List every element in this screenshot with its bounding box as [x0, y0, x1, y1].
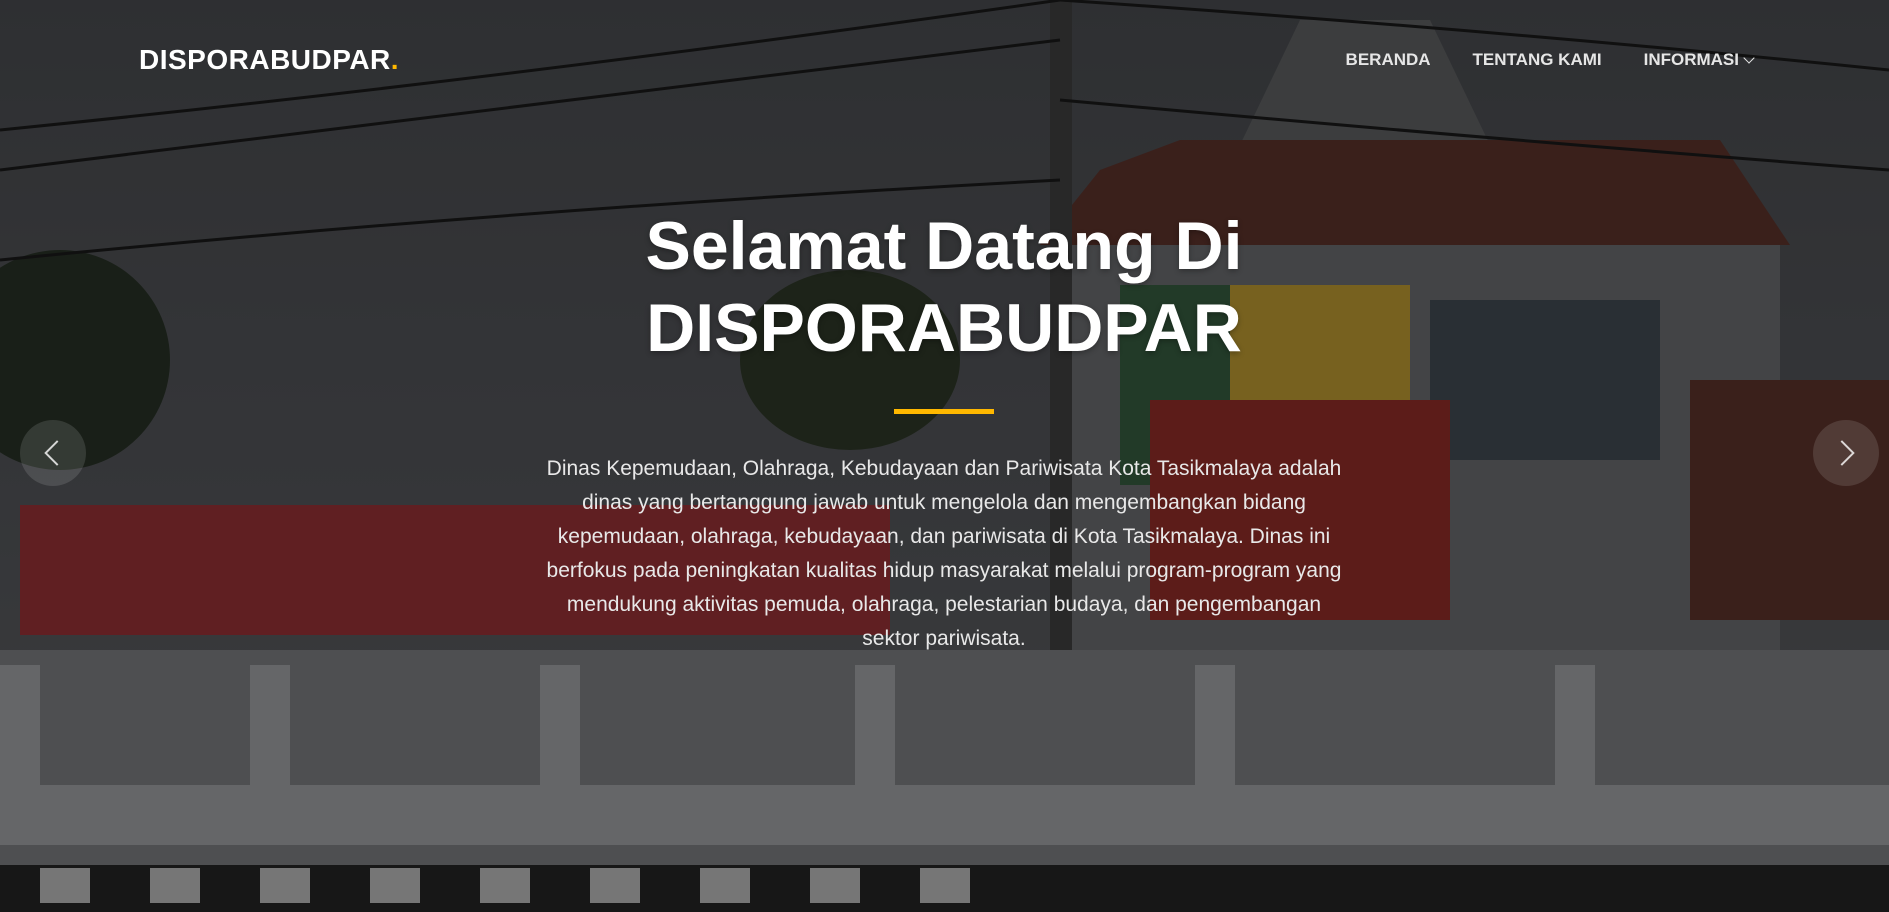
- hero-section: DISPORABUDPAR. BERANDA TENTANG KAMI INFO…: [0, 0, 1889, 912]
- chevron-right-icon: [1829, 440, 1855, 466]
- chevron-left-icon: [44, 440, 70, 466]
- nav-item-label: INFORMASI: [1643, 50, 1739, 69]
- nav-item-label: TENTANG KAMI: [1472, 50, 1602, 69]
- nav-item-label: BERANDA: [1345, 50, 1431, 69]
- nav-item-informasi[interactable]: INFORMASI: [1643, 50, 1755, 70]
- site-header: DISPORABUDPAR. BERANDA TENTANG KAMI INFO…: [0, 0, 1889, 120]
- nav-item-tentang-kami[interactable]: TENTANG KAMI: [1473, 50, 1602, 70]
- title-divider: [894, 409, 994, 414]
- hero-title-line-1: Selamat Datang Di: [645, 208, 1243, 284]
- logo-dot: .: [390, 44, 400, 75]
- hero-description: Dinas Kepemudaan, Olahraga, Kebudayaan d…: [546, 457, 1342, 650]
- chevron-down-icon: [1743, 51, 1755, 64]
- logo-text: DISPORABUDPAR: [139, 44, 391, 75]
- hero-content: Selamat Datang Di DISPORABUDPAR Dinas Ke…: [544, 205, 1344, 656]
- main-nav: BERANDA TENTANG KAMI INFORMASI: [1346, 50, 1755, 70]
- carousel-next-button[interactable]: [1813, 420, 1879, 486]
- site-logo[interactable]: DISPORABUDPAR.: [139, 44, 399, 76]
- carousel-prev-button[interactable]: [20, 420, 86, 486]
- hero-title: Selamat Datang Di DISPORABUDPAR: [544, 205, 1344, 369]
- nav-item-beranda[interactable]: BERANDA: [1346, 50, 1431, 70]
- hero-title-line-2: DISPORABUDPAR: [646, 290, 1242, 366]
